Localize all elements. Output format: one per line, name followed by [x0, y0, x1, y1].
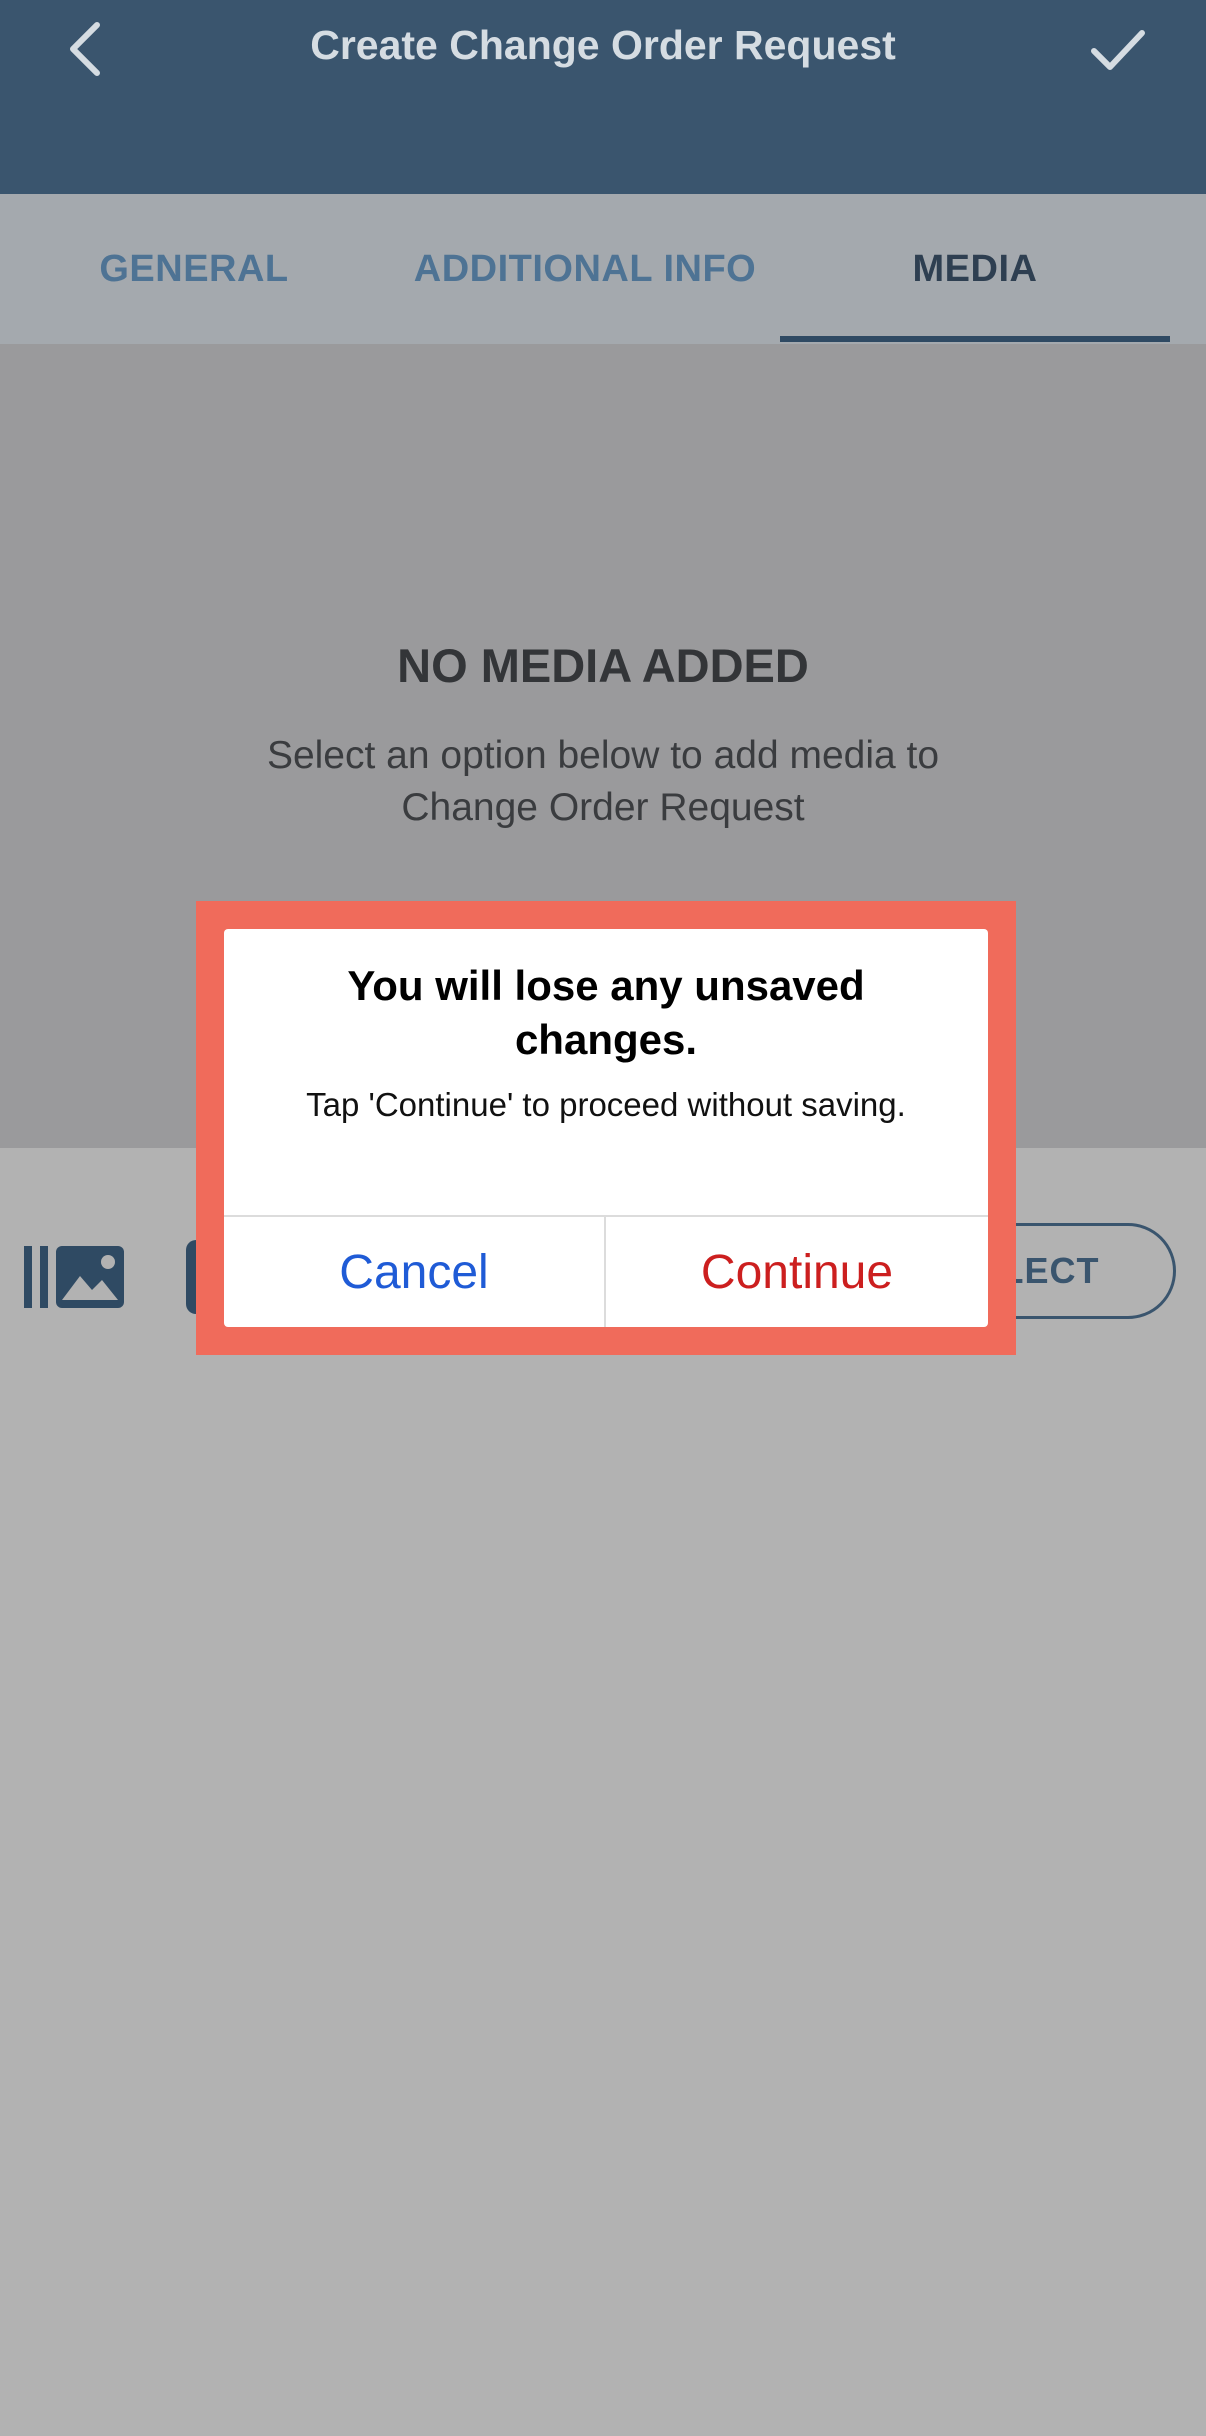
photo-library-button[interactable] [22, 1240, 126, 1314]
dialog-title: You will lose any unsaved changes. [347, 962, 865, 1063]
empty-state-description: Select an option below to add media to C… [266, 734, 940, 829]
photo-library-icon [24, 1246, 124, 1308]
tab-bar: GENERAL ADDITIONAL INFO MEDIA [0, 194, 1206, 344]
continue-button[interactable]: Continue [606, 1217, 988, 1327]
page-title: Create Change Order Request [310, 22, 896, 68]
active-tab-indicator [780, 336, 1170, 342]
app-header: Create Change Order Request [0, 0, 1206, 194]
tab-general[interactable]: GENERAL [62, 194, 326, 344]
tab-media[interactable]: MEDIA [780, 194, 1170, 344]
save-button[interactable] [1078, 14, 1158, 84]
dialog-message: Tap 'Continue' to proceed without saving… [306, 1086, 906, 1123]
empty-state-title: NO MEDIA ADDED [397, 639, 809, 692]
tab-additional-info[interactable]: ADDITIONAL INFO [400, 194, 770, 344]
cancel-button[interactable]: Cancel [224, 1217, 604, 1327]
unsaved-changes-dialog: You will lose any unsaved changes. Tap '… [224, 929, 988, 1327]
checkmark-icon [1091, 30, 1145, 70]
